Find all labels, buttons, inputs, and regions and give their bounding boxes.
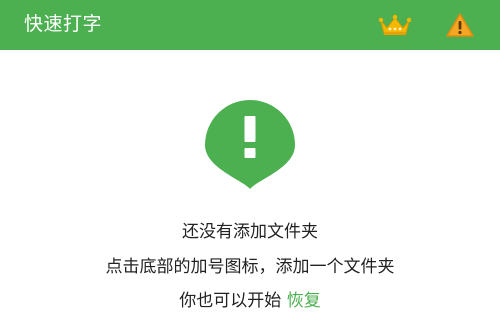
restore-link[interactable]: 恢复 xyxy=(287,291,321,311)
app-bar: 快速打字 xyxy=(0,0,500,50)
crown-icon xyxy=(378,14,412,35)
premium-button[interactable] xyxy=(377,7,413,43)
app-title: 快速打字 xyxy=(24,13,103,35)
restore-line: 你也可以开始 恢复 xyxy=(0,290,500,312)
alert-pin-icon xyxy=(205,100,295,189)
empty-hint: 点击底部的加号图标，添加一个文件夹 xyxy=(105,257,395,277)
restore-prefix: 你也可以开始 xyxy=(179,291,282,311)
empty-state: 还没有添加文件夹 点击底部的加号图标，添加一个文件夹 你也可以开始 恢复 xyxy=(0,50,500,333)
empty-title: 还没有添加文件夹 xyxy=(182,222,318,242)
warning-icon xyxy=(446,13,474,37)
warning-button[interactable] xyxy=(442,7,478,43)
